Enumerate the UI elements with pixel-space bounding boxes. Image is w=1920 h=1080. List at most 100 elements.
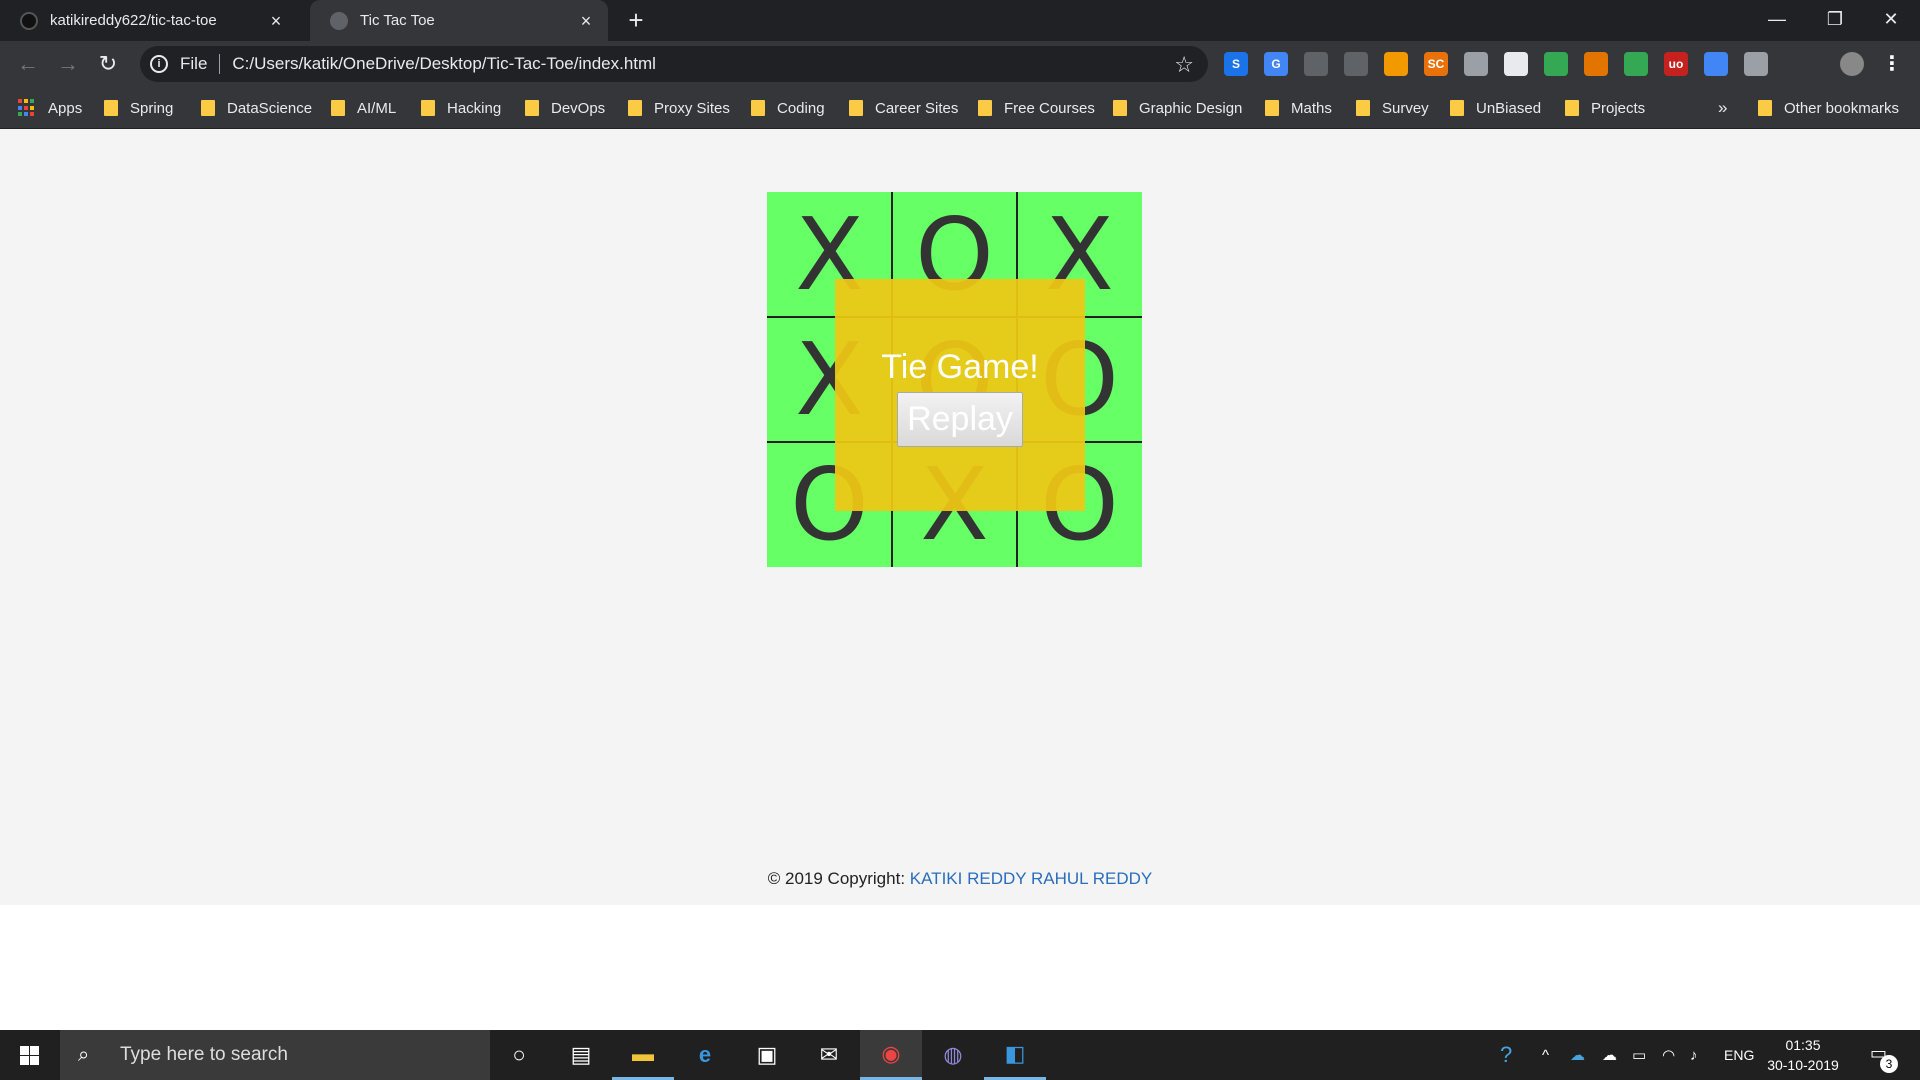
tab-title: katikireddy622/tic-tac-toe	[50, 12, 217, 29]
mail-icon[interactable]: ✉	[798, 1030, 860, 1080]
minimize-button[interactable]: —	[1748, 0, 1806, 41]
chevron-up-icon[interactable]: ^	[1542, 1030, 1549, 1080]
back-button[interactable]: ←	[14, 50, 42, 78]
folder-icon	[421, 100, 435, 116]
forward-button[interactable]: →	[54, 50, 82, 78]
folder-icon	[525, 100, 539, 116]
restore-button[interactable]: ❐	[1806, 0, 1864, 41]
vscode-icon[interactable]: ◧	[984, 1030, 1046, 1080]
replay-button[interactable]: Replay	[897, 392, 1023, 447]
bookmark-label: DataScience	[227, 99, 313, 117]
bookmark-spring[interactable]: Spring	[104, 87, 173, 129]
s-extension-icon[interactable]: S	[1224, 52, 1248, 76]
bookmark-maths[interactable]: Maths	[1265, 87, 1332, 129]
tab-tic-tac-toe[interactable]: Tic Tac Toe ×	[310, 0, 608, 41]
new-tab-button[interactable]: +	[622, 6, 650, 34]
menu-icon[interactable]: ⋮	[1880, 52, 1904, 76]
notification-count-badge: 3	[1880, 1055, 1898, 1073]
cookie-extension-icon[interactable]	[1584, 52, 1608, 76]
bookmarks-overflow-button[interactable]: »	[1718, 87, 1727, 129]
sc-extension-icon[interactable]: SC	[1424, 52, 1448, 76]
arc-extension-icon[interactable]	[1304, 52, 1328, 76]
bookmark-proxy-sites[interactable]: Proxy Sites	[628, 87, 730, 129]
extension-icon[interactable]	[1704, 52, 1728, 76]
bookmark-datascience[interactable]: DataScience	[201, 87, 312, 129]
bookmark-label: Survey	[1382, 99, 1429, 117]
bookmark-projects[interactable]: Projects	[1565, 87, 1645, 129]
help-icon[interactable]: ?	[1500, 1030, 1512, 1080]
extension-icon[interactable]	[1544, 52, 1568, 76]
bookmark-star-icon[interactable]: ☆	[1174, 52, 1194, 78]
windows-taskbar: ⌕ Type here to search ○ ▤ ▬ e ▣ ✉ ◉ ◍ ◧ …	[0, 1030, 1920, 1080]
clock-time: 01:35	[1785, 1037, 1821, 1053]
wifi-icon[interactable]: ◠	[1662, 1030, 1675, 1080]
bookmark-devops[interactable]: DevOps	[525, 87, 605, 129]
folder-icon	[628, 100, 642, 116]
bookmark-label: Projects	[1591, 99, 1646, 117]
copyright-text: © 2019 Copyright:	[767, 869, 910, 888]
profile-avatar[interactable]	[1840, 52, 1864, 76]
close-icon[interactable]: ×	[268, 12, 284, 30]
eclipse-icon[interactable]: ◍	[922, 1030, 984, 1080]
bookmark-label: Proxy Sites	[654, 99, 730, 117]
address-url[interactable]: C:/Users/katik/OneDrive/Desktop/Tic-Tac-…	[232, 54, 656, 74]
taskbar-clock[interactable]: 01:35 30-10-2019	[1766, 1035, 1840, 1075]
folder-icon	[1565, 100, 1579, 116]
bookmark-label: Apps	[48, 99, 83, 117]
file-explorer-icon[interactable]: ▬	[612, 1030, 674, 1080]
bookmark-ai-ml[interactable]: AI/ML	[331, 87, 396, 129]
folder-icon	[978, 100, 992, 116]
close-icon[interactable]: ×	[578, 12, 594, 30]
address-scheme: File	[180, 54, 208, 73]
folder-icon	[1356, 100, 1370, 116]
color-extension-icon[interactable]	[1624, 52, 1648, 76]
info-icon[interactable]: i	[150, 55, 168, 73]
chrome-icon[interactable]: ◉	[860, 1030, 922, 1080]
ublock-extension-icon[interactable]: uo	[1664, 52, 1688, 76]
volume-icon[interactable]: ♪	[1690, 1030, 1698, 1080]
search-placeholder: Type here to search	[120, 1044, 288, 1065]
extension-icon[interactable]	[1504, 52, 1528, 76]
bookmarks-bar: » Other bookmarks Apps Spring DataScience A…	[0, 87, 1920, 129]
bookmark-coding[interactable]: Coding	[751, 87, 825, 129]
extension-icon[interactable]	[1464, 52, 1488, 76]
browser-toolbar: ← → ↻ i File C:/Users/katik/OneDrive/Des…	[0, 41, 1920, 87]
copyright-footer: © 2019 Copyright: KATIKI REDDY RAHUL RED…	[0, 869, 1920, 889]
start-button[interactable]	[0, 1030, 60, 1080]
bookmark-label: Free Courses	[1004, 99, 1095, 117]
store-icon[interactable]: ▣	[736, 1030, 798, 1080]
cortana-icon[interactable]: ○	[488, 1030, 550, 1080]
extension-icon[interactable]	[1344, 52, 1368, 76]
translate-extension-icon[interactable]: G	[1264, 52, 1288, 76]
tab-github[interactable]: katikireddy622/tic-tac-toe ×	[0, 0, 298, 41]
window-close-button[interactable]: ✕	[1862, 0, 1920, 41]
extension-icon[interactable]	[1384, 52, 1408, 76]
folder-icon	[104, 100, 118, 116]
task-view-icon[interactable]: ▤	[550, 1030, 612, 1080]
bookmark-apps[interactable]: Apps	[18, 87, 82, 129]
bookmark-unbiased[interactable]: UnBiased	[1450, 87, 1541, 129]
cloud-icon[interactable]: ☁	[1602, 1030, 1617, 1080]
globe-icon	[330, 11, 348, 30]
react-extension-icon[interactable]	[1744, 52, 1768, 76]
bookmark-hacking[interactable]: Hacking	[421, 87, 501, 129]
search-icon: ⌕	[78, 1044, 90, 1066]
page-content: X O X X O O O X O Tie Game! Replay © 201…	[0, 129, 1920, 905]
folder-icon	[751, 100, 765, 116]
bookmark-label: Hacking	[447, 99, 502, 117]
reload-button[interactable]: ↻	[94, 50, 122, 78]
bookmark-career-sites[interactable]: Career Sites	[849, 87, 958, 129]
taskbar-search-box[interactable]: ⌕ Type here to search	[60, 1030, 490, 1080]
address-bar[interactable]: i File C:/Users/katik/OneDrive/Desktop/T…	[140, 46, 1208, 82]
bookmark-free-courses[interactable]: Free Courses	[978, 87, 1095, 129]
folder-icon	[1265, 100, 1279, 116]
bookmark-label: Other bookmarks	[1784, 99, 1900, 117]
onedrive-icon[interactable]: ☁	[1570, 1030, 1585, 1080]
language-indicator[interactable]: ENG	[1724, 1030, 1754, 1080]
bookmark-other-bookmarks[interactable]: Other bookmarks	[1758, 87, 1899, 129]
edge-icon[interactable]: e	[674, 1030, 736, 1080]
battery-icon[interactable]: ▭	[1632, 1030, 1646, 1080]
bookmark-graphic-design[interactable]: Graphic Design	[1113, 87, 1242, 129]
author-link[interactable]: KATIKI REDDY RAHUL REDDY	[910, 869, 1152, 888]
bookmark-survey[interactable]: Survey	[1356, 87, 1429, 129]
